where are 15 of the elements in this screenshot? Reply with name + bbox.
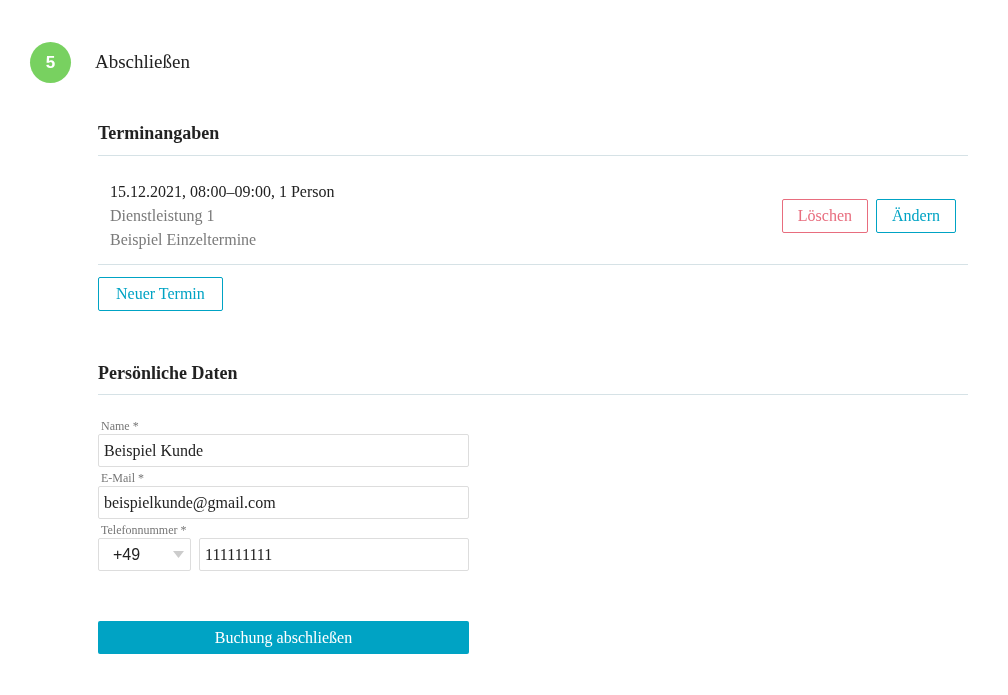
step-number: 5: [30, 42, 71, 83]
step-title: Abschließen: [95, 50, 190, 75]
input-field[interactable]: beispielkunde@gmail.com: [98, 486, 469, 520]
country-code-select[interactable]: +49: [98, 538, 191, 572]
field-label: Telefonnummer *: [101, 523, 188, 538]
input-field[interactable]: Beispiel Kunde: [98, 434, 469, 468]
calendar-name: Beispiel Einzeltermine: [110, 229, 258, 251]
section-heading: Terminangaben: [98, 123, 968, 156]
caret-icon: [173, 551, 184, 559]
field-label: E-Mail *: [101, 471, 145, 486]
appointment-summary: 15.12.2021, 08:00–09:00, 1 Person: [110, 181, 335, 202]
section-heading: Persönliche Daten: [98, 362, 968, 396]
phone-input[interactable]: 111111111: [199, 538, 469, 572]
field-label: Name *: [101, 419, 140, 434]
service-name: Dienstleistung 1: [110, 205, 216, 227]
